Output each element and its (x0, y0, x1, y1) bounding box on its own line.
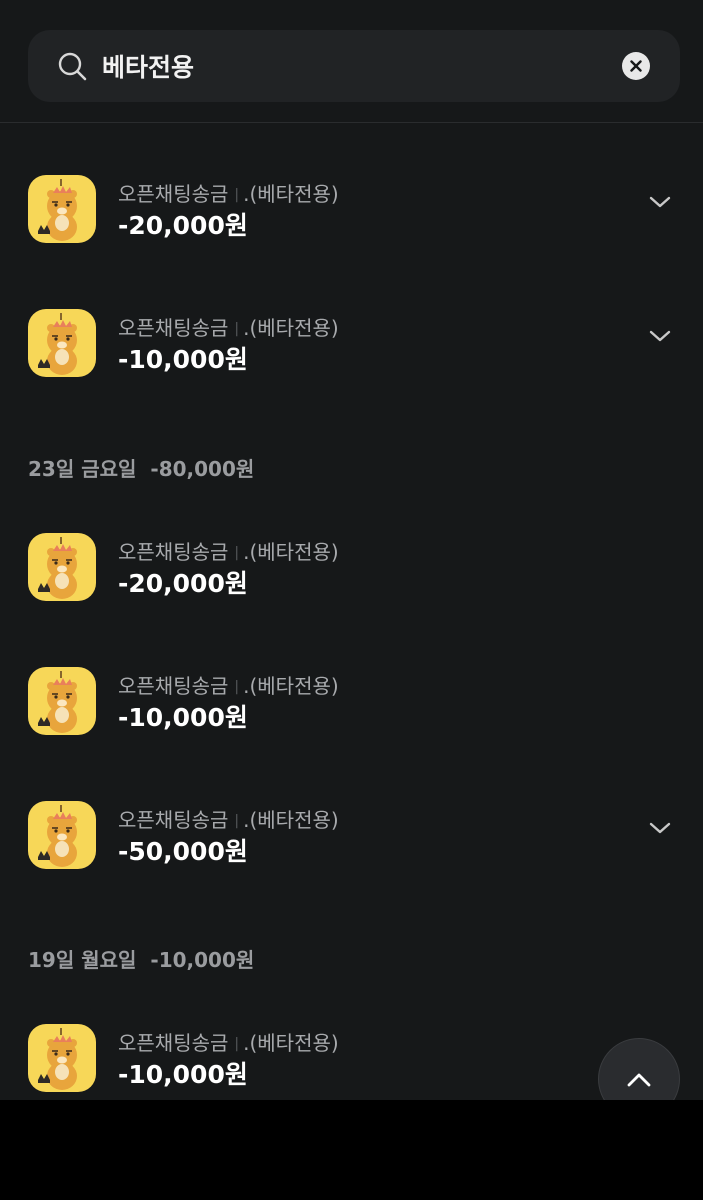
transaction-title: 오픈채팅송금 | .(베타전용) (118, 1027, 339, 1056)
transaction-amount: -10,000원 (118, 345, 248, 374)
ryan-character-icon (38, 313, 77, 375)
transaction-subtitle: .(베타전용) (243, 316, 339, 340)
ryan-character-icon (38, 179, 77, 241)
transaction-subtitle: .(베타전용) (243, 1031, 339, 1055)
transaction-subtitle: .(베타전용) (243, 540, 339, 564)
transaction-amount: -10,000원 (118, 703, 248, 732)
avatar (28, 667, 96, 735)
transaction-item[interactable]: 오픈채팅송금 | .(베타전용) -50,000원 (0, 796, 703, 886)
transaction-type: 오픈채팅송금 (118, 316, 229, 340)
search-input[interactable] (102, 46, 602, 86)
title-separator: | (234, 321, 240, 337)
transaction-item[interactable]: 오픈채팅송금 | .(베타전용) -10,000원 (0, 1019, 703, 1100)
transaction-type: 오픈채팅송금 (118, 674, 229, 698)
chevron-down-icon[interactable] (648, 194, 672, 210)
transaction-title: 오픈채팅송금 | .(베타전용) (118, 312, 339, 341)
avatar (28, 309, 96, 377)
title-separator: | (234, 187, 240, 203)
transaction-type: 오픈채팅송금 (118, 1031, 229, 1055)
clear-search-button[interactable] (622, 52, 650, 80)
search-icon (58, 52, 87, 81)
transaction-title: 오픈채팅송금 | .(베타전용) (118, 536, 339, 565)
transaction-subtitle: .(베타전용) (243, 674, 339, 698)
chevron-down-icon[interactable] (648, 328, 672, 344)
app-screen: 오픈채팅송금|.(베타전용) -20,000원 오픈채팅송금|.(베타전용) (0, 0, 703, 1100)
transaction-title: 오픈채팅송금 | .(베타전용) (118, 670, 339, 699)
transaction-item[interactable]: 오픈채팅송금 | .(베타전용) -20,000원 (0, 170, 703, 260)
chevron-up-icon (627, 1073, 651, 1087)
group-total: -10,000원 (150, 948, 255, 972)
transaction-type: 오픈채팅송금 (118, 540, 229, 564)
transaction-amount: -50,000원 (118, 837, 248, 866)
transaction-title: 오픈채팅송금 | .(베타전용) (118, 804, 339, 833)
title-separator: | (234, 545, 240, 561)
transaction-subtitle: .(베타전용) (243, 808, 339, 832)
date-group-header: 19일 월요일 -10,000원 (28, 944, 254, 973)
transaction-type: 오픈채팅송금 (118, 808, 229, 832)
close-icon (630, 60, 642, 72)
transaction-type: 오픈채팅송금 (118, 182, 229, 206)
avatar (28, 175, 96, 243)
ryan-character-icon (38, 671, 77, 733)
transaction-amount: -20,000원 (118, 211, 248, 240)
group-date: 19일 월요일 (28, 948, 137, 972)
ryan-character-icon (38, 1028, 77, 1090)
transaction-subtitle: .(베타전용) (243, 182, 339, 206)
group-total: -80,000원 (150, 457, 255, 481)
ryan-character-icon (38, 805, 77, 867)
avatar (28, 801, 96, 869)
transaction-item[interactable]: 오픈채팅송금 | .(베타전용) -10,000원 (0, 304, 703, 394)
screen-bottom-area (0, 1100, 703, 1200)
transaction-item[interactable]: 오픈채팅송금 | .(베타전용) -10,000원 (0, 662, 703, 752)
title-separator: | (234, 679, 240, 695)
avatar (28, 1024, 96, 1092)
title-separator: | (234, 813, 240, 829)
transaction-amount: -20,000원 (118, 569, 248, 598)
search-divider (0, 122, 703, 123)
search-bar[interactable] (28, 30, 680, 102)
transaction-title: 오픈채팅송금 | .(베타전용) (118, 178, 339, 207)
transaction-item[interactable]: 오픈채팅송금 | .(베타전용) -20,000원 (0, 528, 703, 618)
group-date: 23일 금요일 (28, 457, 137, 481)
transaction-amount: -10,000원 (118, 1060, 248, 1089)
chevron-down-icon[interactable] (648, 820, 672, 836)
date-group-header: 23일 금요일 -80,000원 (28, 453, 254, 482)
avatar (28, 533, 96, 601)
ryan-character-icon (38, 537, 77, 599)
title-separator: | (234, 1036, 240, 1052)
